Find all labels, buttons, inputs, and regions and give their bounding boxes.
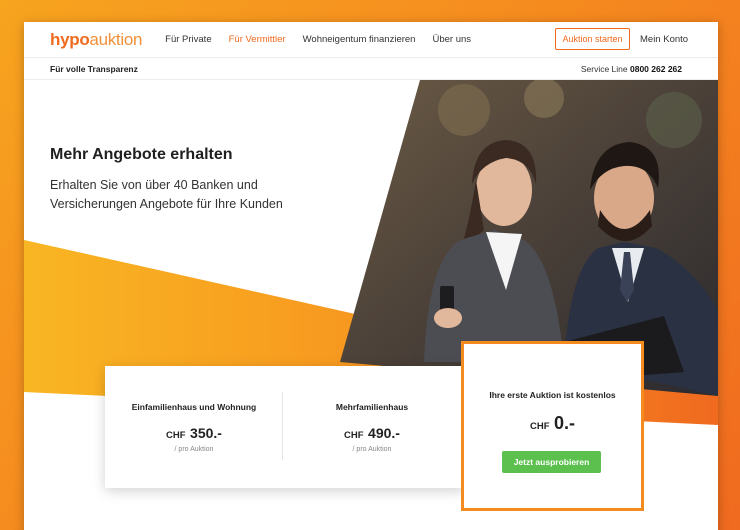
hypoauktion-logo[interactable]: hypoauktion <box>50 30 142 50</box>
free-auction-card: Ihre erste Auktion ist kostenlos CHF 0.-… <box>461 341 644 511</box>
nav-link-fuer-private[interactable]: Für Private <box>165 34 211 45</box>
nav-link-wohneigentum-finanzieren[interactable]: Wohneigentum finanzieren <box>303 34 416 45</box>
jetzt-ausprobieren-button[interactable]: Jetzt ausprobieren <box>502 451 601 473</box>
price-amount: 0.- <box>553 413 575 433</box>
subheader-bar: Für volle Transparenz Service Line 0800 … <box>24 58 718 80</box>
price-currency: CHF <box>344 430 364 441</box>
price-currency: CHF <box>530 421 550 432</box>
price-amount: 490.- <box>368 425 400 441</box>
free-auction-price: CHF 0.- <box>464 413 641 434</box>
pricing-card-mehrfamilienhaus: Mehrfamilienhaus CHF 490.- / pro Auktion <box>283 366 461 488</box>
logo-text-auktion: auktion <box>89 29 143 49</box>
service-line: Service Line 0800 262 262 <box>581 64 682 74</box>
pricing-cards: Einfamilienhaus und Wohnung CHF 350.- / … <box>105 366 465 488</box>
hero-subtitle: Erhalten Sie von über 40 Banken und Vers… <box>50 178 283 211</box>
nav-link-fuer-vermittler[interactable]: Für Vermittler <box>229 34 286 45</box>
pricing-price: CHF 350.- <box>105 425 283 443</box>
tagline: Für volle Transparenz <box>50 64 138 74</box>
price-period: / pro Auktion <box>174 446 214 453</box>
hero-title: Mehr Angebote erhalten <box>50 146 233 163</box>
service-line-number[interactable]: 0800 262 262 <box>630 64 682 74</box>
free-auction-title: Ihre erste Auktion ist kostenlos <box>489 390 616 400</box>
pricing-card-einfamilienhaus: Einfamilienhaus und Wohnung CHF 350.- / … <box>105 366 283 488</box>
hero-section: Mehr Angebote erhalten Erhalten Sie von … <box>24 80 718 530</box>
price-currency: CHF <box>166 430 186 441</box>
mein-konto-link[interactable]: Mein Konto <box>640 34 688 45</box>
pricing-price: CHF 490.- <box>283 425 461 443</box>
site-header: hypoauktion Für Private Für Vermittler W… <box>24 22 718 58</box>
logo-text-hypo: hypo <box>50 29 90 49</box>
pricing-title: Mehrfamilienhaus <box>335 402 409 412</box>
auktion-starten-button[interactable]: Auktion starten <box>555 28 630 50</box>
pricing-title: Einfamilienhaus und Wohnung <box>131 402 257 412</box>
price-period: / pro Auktion <box>352 446 392 453</box>
nav-link-ueber-uns[interactable]: Über uns <box>432 34 471 45</box>
main-nav: Für Private Für Vermittler Wohneigentum … <box>165 34 488 45</box>
browser-page: hypoauktion Für Private Für Vermittler W… <box>24 22 718 530</box>
service-line-label: Service Line <box>580 64 628 74</box>
price-amount: 350.- <box>190 425 222 441</box>
